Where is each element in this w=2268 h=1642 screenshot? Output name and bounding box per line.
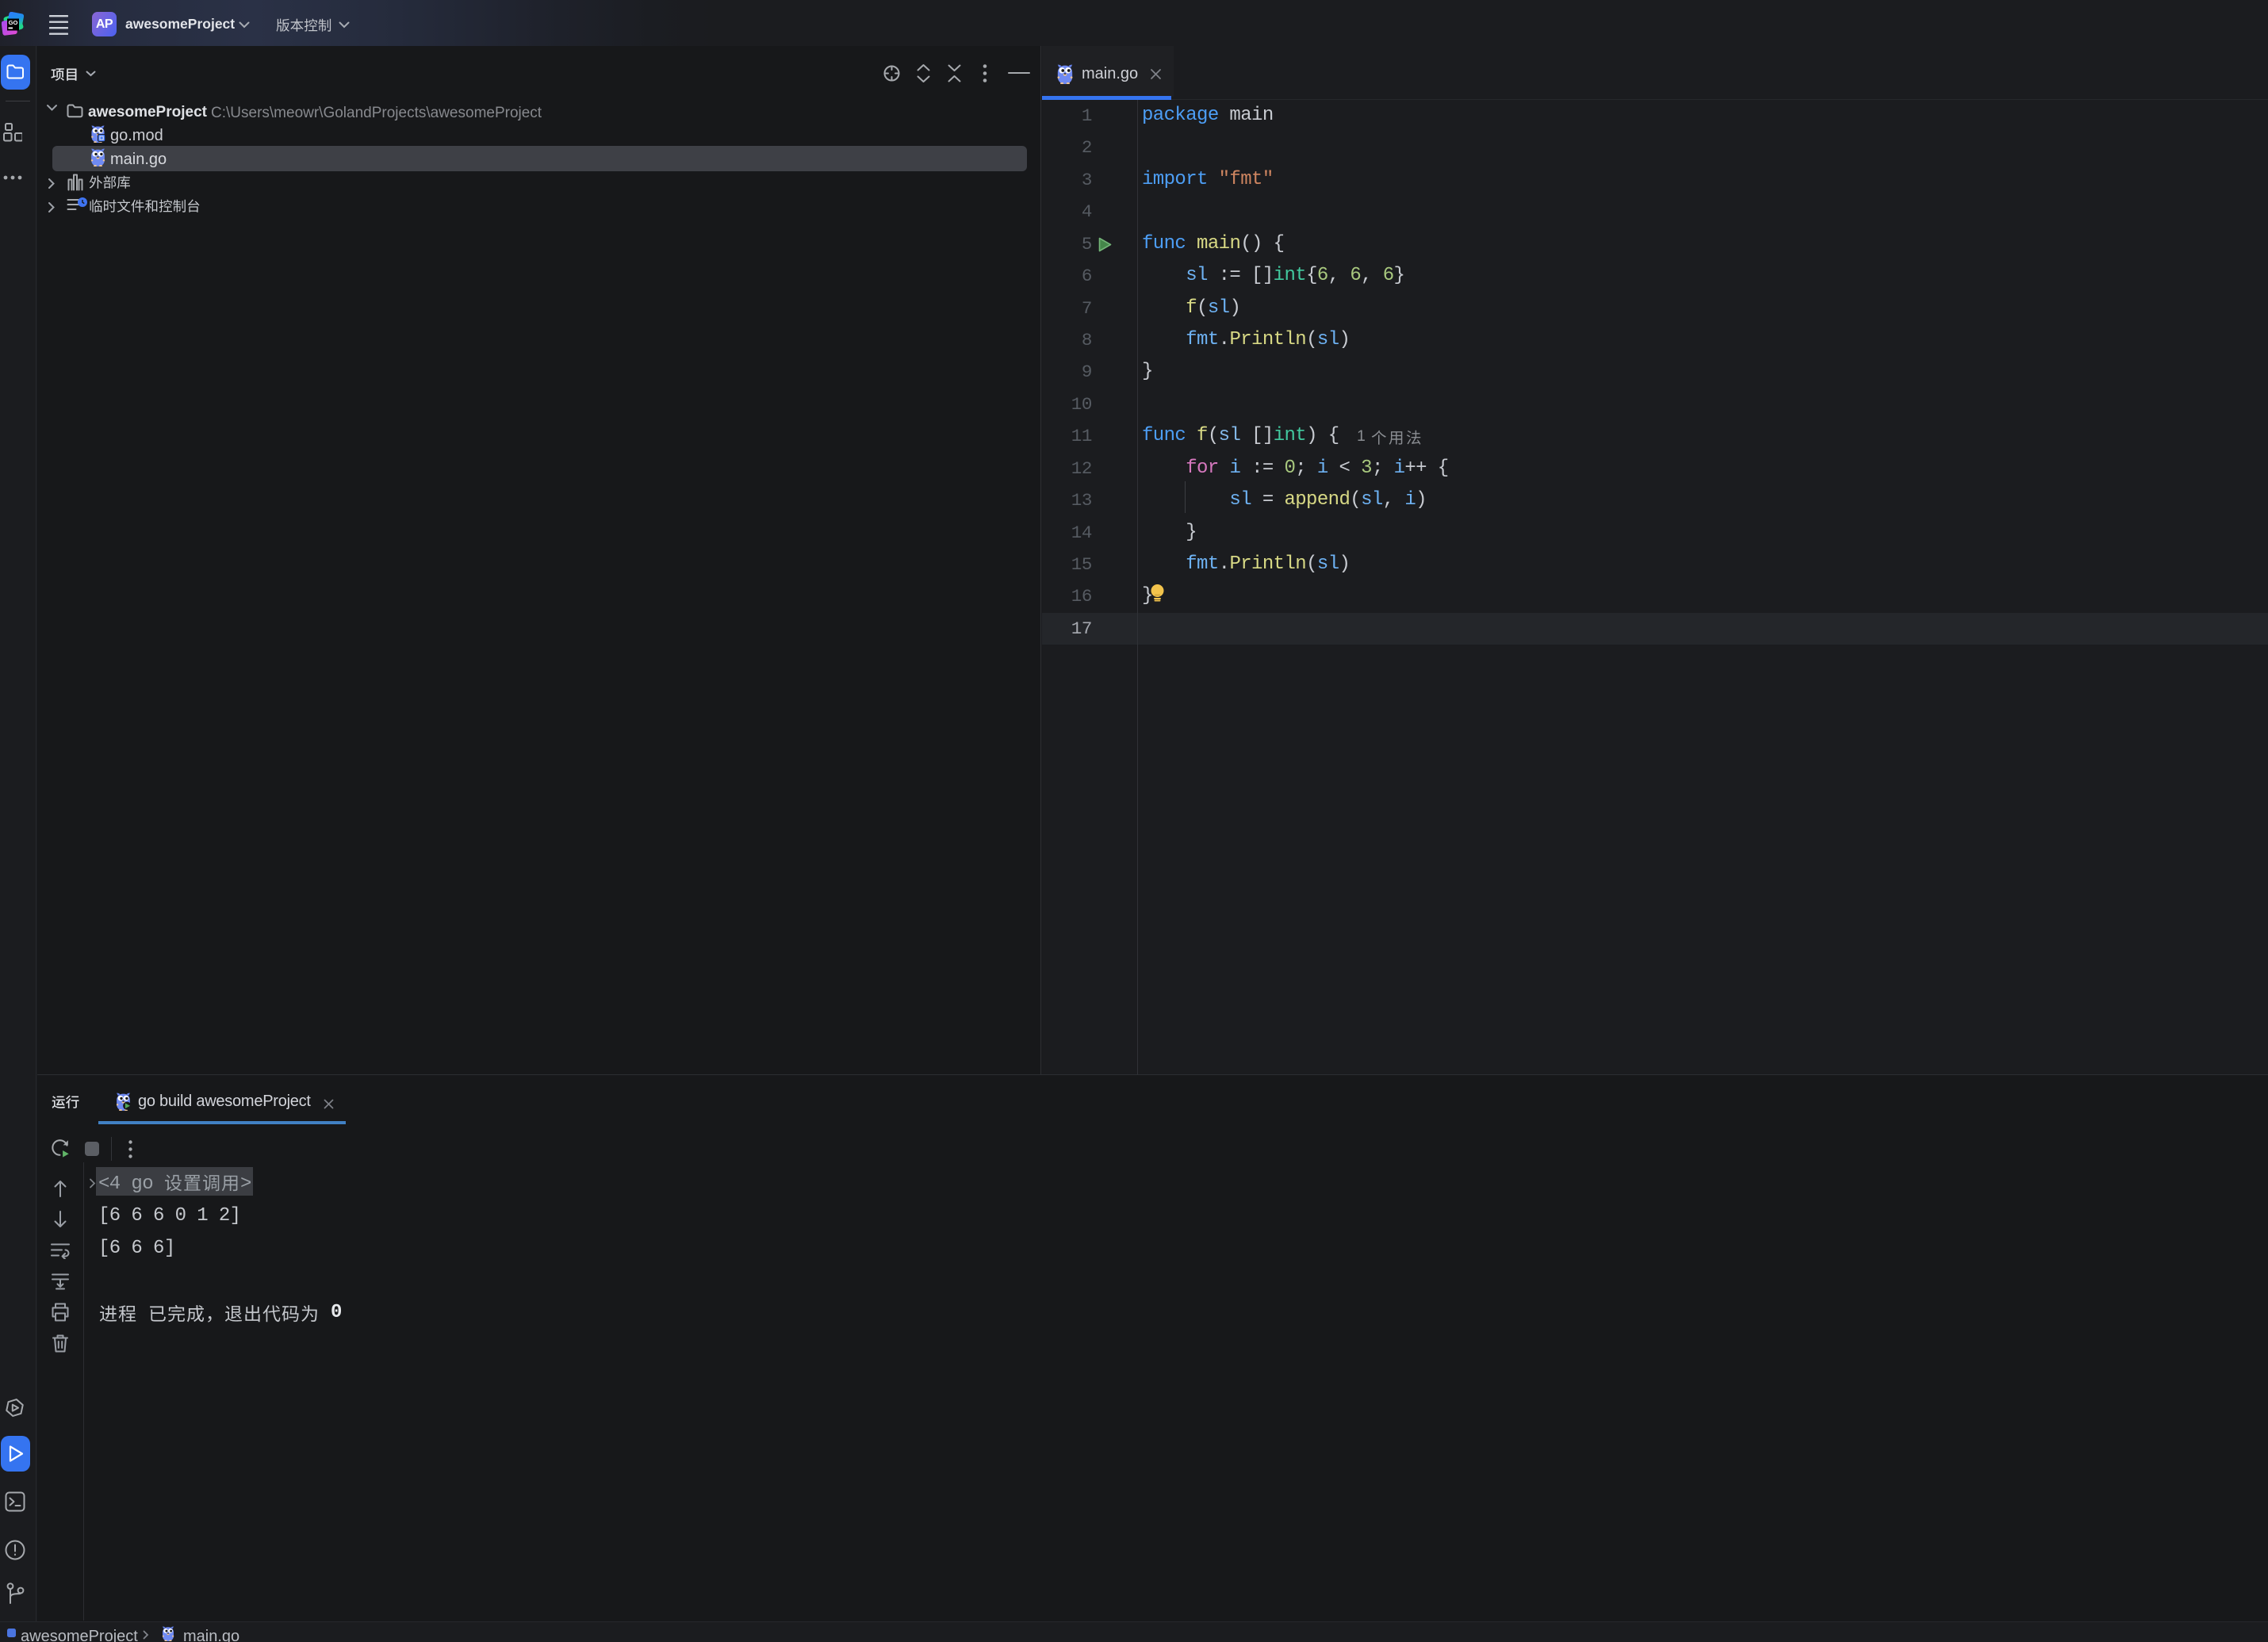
svg-text:GO: GO [9,19,18,26]
